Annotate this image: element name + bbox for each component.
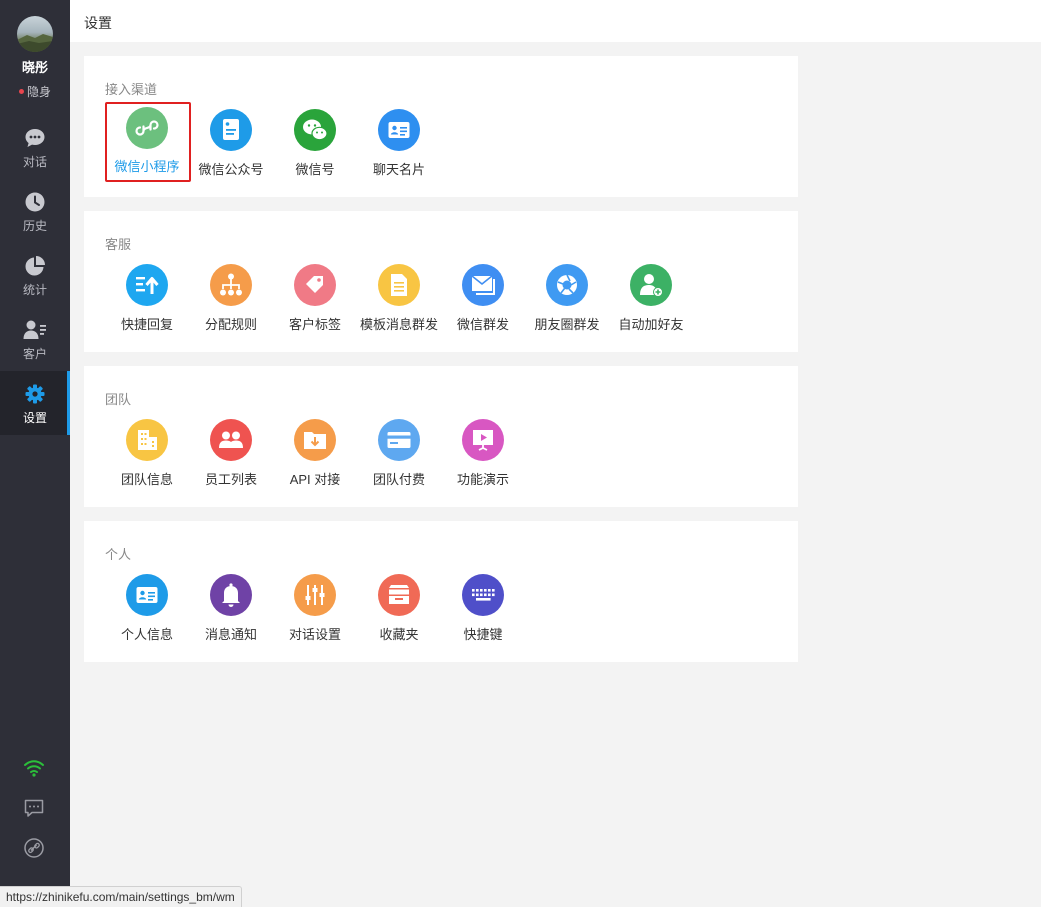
tile-auto-add-friend[interactable]: 自动加好友 <box>609 264 693 338</box>
bell-icon <box>210 574 252 616</box>
tile-customer-tags[interactable]: 客户标签 <box>273 264 357 338</box>
nav-label-history: 历史 <box>22 219 47 233</box>
tile-team-info[interactable]: 团队信息 <box>105 419 189 493</box>
status-label: 隐身 <box>26 85 51 99</box>
tile-label: 微信公众号 <box>198 162 264 177</box>
document-icon <box>378 264 420 306</box>
username: 晓彤 <box>21 60 48 75</box>
tile-quick-reply[interactable]: 快捷回复 <box>105 264 189 338</box>
tile-label: 团队信息 <box>120 472 173 487</box>
tile-label: 快捷键 <box>463 627 503 642</box>
nav-label-customers: 客户 <box>22 347 47 361</box>
tile-label: 微信小程序 <box>114 159 180 174</box>
nav-item-chat[interactable]: 对话 <box>0 117 70 181</box>
add-friend-icon <box>630 264 672 306</box>
tile-contact-card[interactable]: 聊天名片 <box>357 109 441 183</box>
tile-label: 对话设置 <box>288 627 341 642</box>
tile-staff-list[interactable]: 员工列表 <box>189 419 273 493</box>
tile-label: 分配规则 <box>204 317 257 332</box>
section-team: 团队 团队信息 员工列表 API 对接 团队付费 功能演示 <box>84 366 798 507</box>
tile-label: 团队付费 <box>372 472 425 487</box>
top-bar: 设置 <box>70 0 1041 42</box>
nav-label-chat: 对话 <box>22 155 47 169</box>
tile-shortcuts[interactable]: 快捷键 <box>441 574 525 648</box>
tile-label: 微信群发 <box>456 317 509 332</box>
nav-label-settings: 设置 <box>22 411 47 425</box>
tile-label: 员工列表 <box>204 472 257 487</box>
tile-label: API 对接 <box>289 472 341 487</box>
tile-label: 消息通知 <box>204 627 257 642</box>
wifi-icon[interactable] <box>23 757 45 779</box>
presentation-icon <box>462 419 504 461</box>
section-channels: 接入渠道 微信小程序 微信公众号 微信号 聊天名片 <box>84 56 798 197</box>
keyboard-icon <box>462 574 504 616</box>
mini-program-icon <box>126 107 168 149</box>
tile-assign-rules[interactable]: 分配规则 <box>189 264 273 338</box>
section-title: 客服 <box>105 237 132 252</box>
pie-chart-icon <box>25 256 45 276</box>
envelope-icon <box>462 264 504 306</box>
org-tree-icon <box>210 264 252 306</box>
wechat-icon <box>294 109 336 151</box>
nav-item-settings[interactable]: 设置 <box>0 371 70 435</box>
page-title: 设置 <box>84 15 112 31</box>
tile-feature-demo[interactable]: 功能演示 <box>441 419 525 493</box>
tile-wechat-broadcast[interactable]: 微信群发 <box>441 264 525 338</box>
download-folder-icon <box>294 419 336 461</box>
contact-card-icon <box>378 109 420 151</box>
tile-favorites[interactable]: 收藏夹 <box>357 574 441 648</box>
section-title: 团队 <box>105 392 132 407</box>
tile-label: 功能演示 <box>456 472 509 487</box>
tile-team-payment[interactable]: 团队付费 <box>357 419 441 493</box>
nav-item-customers[interactable]: 客户 <box>0 309 70 373</box>
tile-notifications[interactable]: 消息通知 <box>189 574 273 648</box>
gear-icon <box>25 384 45 404</box>
tile-label: 模板消息群发 <box>359 317 438 332</box>
avatar[interactable] <box>17 16 53 52</box>
customer-list-icon <box>23 320 46 339</box>
section-title: 接入渠道 <box>105 82 158 97</box>
tile-label: 快捷回复 <box>120 317 173 332</box>
official-account-icon <box>210 109 252 151</box>
link-icon[interactable] <box>23 837 45 859</box>
url-status-bar: https://zhinikefu.com/main/settings_bm/w… <box>0 886 242 907</box>
sliders-icon <box>294 574 336 616</box>
tile-label: 收藏夹 <box>379 627 419 642</box>
online-status[interactable]: 隐身 <box>0 83 70 100</box>
tile-api[interactable]: API 对接 <box>273 419 357 493</box>
nav-item-stats[interactable]: 统计 <box>0 245 70 309</box>
nav-label-stats: 统计 <box>22 283 47 297</box>
id-card-icon <box>126 574 168 616</box>
tile-label: 朋友圈群发 <box>534 317 600 332</box>
quick-reply-icon <box>126 264 168 306</box>
aperture-icon <box>546 264 588 306</box>
status-dot <box>18 89 24 95</box>
sidebar: 晓彤 隐身 对话 历史 统计 客户 设置 <box>0 0 70 907</box>
tile-personal-info[interactable]: 个人信息 <box>105 574 189 648</box>
tile-wechat-account[interactable]: 微信号 <box>273 109 357 183</box>
tile-label: 聊天名片 <box>372 162 425 177</box>
building-icon <box>126 419 168 461</box>
tile-template-broadcast[interactable]: 模板消息群发 <box>357 264 441 338</box>
team-icon <box>210 419 252 461</box>
clock-icon <box>25 192 45 212</box>
tile-label: 客户标签 <box>288 317 341 332</box>
tile-chat-settings[interactable]: 对话设置 <box>273 574 357 648</box>
chat-bubble-icon <box>25 129 45 147</box>
tile-label: 自动加好友 <box>618 317 684 332</box>
section-title: 个人 <box>105 547 132 562</box>
section-customer-service: 客服 快捷回复 分配规则 客户标签 模板消息群发 微信群发 朋友圈群发 自动加好… <box>84 211 798 352</box>
tag-icon <box>294 264 336 306</box>
message-icon[interactable] <box>23 797 45 819</box>
credit-card-icon <box>378 419 420 461</box>
tile-label: 微信号 <box>295 162 335 177</box>
nav-item-history[interactable]: 历史 <box>0 181 70 245</box>
archive-box-icon <box>378 574 420 616</box>
tile-mini-program[interactable]: 微信小程序 <box>105 102 191 182</box>
tile-official-account[interactable]: 微信公众号 <box>189 109 273 183</box>
tile-moments-broadcast[interactable]: 朋友圈群发 <box>525 264 609 338</box>
tile-label: 个人信息 <box>120 627 173 642</box>
section-personal: 个人 个人信息 消息通知 对话设置 收藏夹 快捷键 <box>84 521 798 662</box>
